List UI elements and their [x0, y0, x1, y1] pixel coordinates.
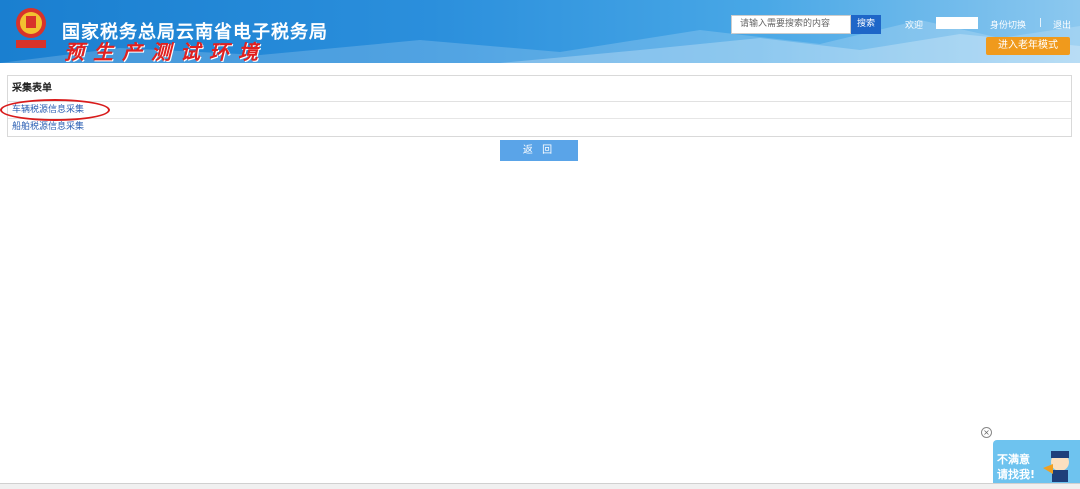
tax-emblem-icon — [16, 8, 46, 48]
feedback-line2: 请找我! — [997, 468, 1036, 481]
close-icon[interactable]: × — [981, 427, 992, 438]
status-bar — [0, 483, 1080, 489]
search-input[interactable]: 请输入需要搜索的内容 — [731, 15, 851, 34]
list-item-ship[interactable]: 船舶税源信息采集 — [8, 119, 1071, 136]
welcome-text: 欢迎 — [905, 21, 924, 31]
header-banner: 国家税务总局云南省电子税务局 预生产测试环境 请输入需要搜索的内容 搜索 欢迎 … — [0, 0, 1080, 63]
highlight-circle — [0, 99, 110, 121]
environment-title: 预生产测试环境 — [64, 40, 267, 63]
search-button[interactable]: 搜索 — [851, 15, 881, 34]
logout-link[interactable]: 退出 — [1053, 18, 1071, 31]
redacted-username — [936, 17, 978, 29]
back-button[interactable]: 返 回 — [500, 140, 578, 161]
separator: | — [1039, 18, 1043, 28]
switch-identity-link[interactable]: 身份切换 — [990, 18, 1026, 31]
panel-title: 采集表单 — [8, 76, 1071, 102]
elder-mode-button[interactable]: 进入老年模式 — [986, 37, 1070, 55]
collection-form-panel: 采集表单 车辆税源信息采集 船舶税源信息采集 — [0, 75, 1072, 137]
feedback-line1: 不满意 — [997, 453, 1030, 466]
mascot-icon — [1043, 451, 1069, 482]
list-item-vehicle[interactable]: 车辆税源信息采集 — [0, 99, 1071, 121]
feedback-widget[interactable]: 不满意 请找我! — [993, 440, 1080, 483]
ship-tax-link[interactable]: 船舶税源信息采集 — [12, 122, 84, 132]
